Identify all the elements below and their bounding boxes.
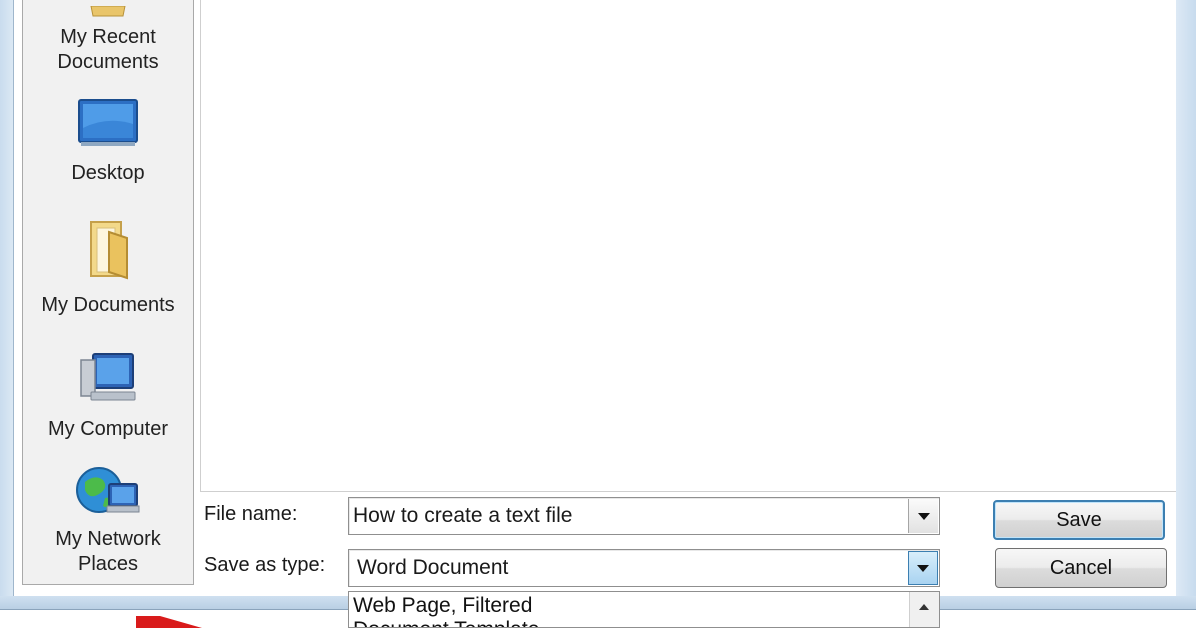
recent-documents-icon bbox=[23, 0, 193, 25]
save-button-label: Save bbox=[1056, 509, 1102, 531]
option-document-template[interactable]: Document Template bbox=[353, 618, 539, 627]
place-label: Desktop bbox=[71, 162, 145, 184]
file-name-dropdown-button[interactable] bbox=[908, 499, 938, 533]
dialog-frame-left bbox=[0, 0, 14, 604]
my-computer-icon bbox=[23, 352, 193, 411]
save-as-type-combobox[interactable]: Word Document bbox=[348, 549, 940, 587]
options-scrollbar[interactable] bbox=[909, 592, 939, 627]
chevron-down-icon bbox=[917, 565, 929, 572]
option-web-page-filtered[interactable]: Web Page, Filtered bbox=[353, 594, 532, 618]
save-as-type-options-list[interactable]: Web Page, Filtered Document Template bbox=[348, 591, 940, 628]
place-my-recent-documents[interactable]: My Recent Documents bbox=[23, 0, 193, 75]
chevron-down-icon bbox=[918, 513, 930, 520]
cancel-button-label: Cancel bbox=[1049, 557, 1113, 579]
place-my-computer[interactable]: My Computer bbox=[23, 352, 193, 442]
place-label: My Network Places bbox=[55, 528, 161, 575]
file-name-label: File name: bbox=[204, 503, 298, 525]
place-my-network-places[interactable]: My Network Places bbox=[23, 462, 193, 577]
place-my-documents[interactable]: My Documents bbox=[23, 218, 193, 318]
save-as-type-value: Word Document bbox=[357, 556, 509, 579]
save-as-type-label: Save as type: bbox=[204, 554, 326, 576]
places-bar: My Recent Documents Desktop My Documents bbox=[22, 0, 194, 585]
place-label: My Recent Documents bbox=[57, 26, 159, 73]
scroll-up-arrow-icon[interactable] bbox=[919, 604, 929, 610]
cancel-button[interactable]: Cancel bbox=[995, 548, 1167, 588]
file-name-combobox[interactable]: How to create a text file bbox=[348, 497, 940, 535]
place-label: My Documents bbox=[41, 294, 175, 316]
my-documents-folder-icon bbox=[23, 218, 193, 287]
save-as-type-dropdown-button[interactable] bbox=[908, 551, 938, 585]
red-annotation-arrow-icon bbox=[136, 616, 202, 628]
place-desktop[interactable]: Desktop bbox=[23, 98, 193, 186]
network-places-icon bbox=[23, 462, 193, 527]
place-label: My Computer bbox=[47, 418, 169, 440]
dialog-frame-right bbox=[1176, 0, 1196, 604]
save-button[interactable]: Save bbox=[993, 500, 1165, 540]
file-name-input[interactable]: How to create a text file bbox=[353, 504, 572, 528]
desktop-icon bbox=[23, 98, 193, 155]
file-list-view[interactable] bbox=[200, 0, 1176, 492]
